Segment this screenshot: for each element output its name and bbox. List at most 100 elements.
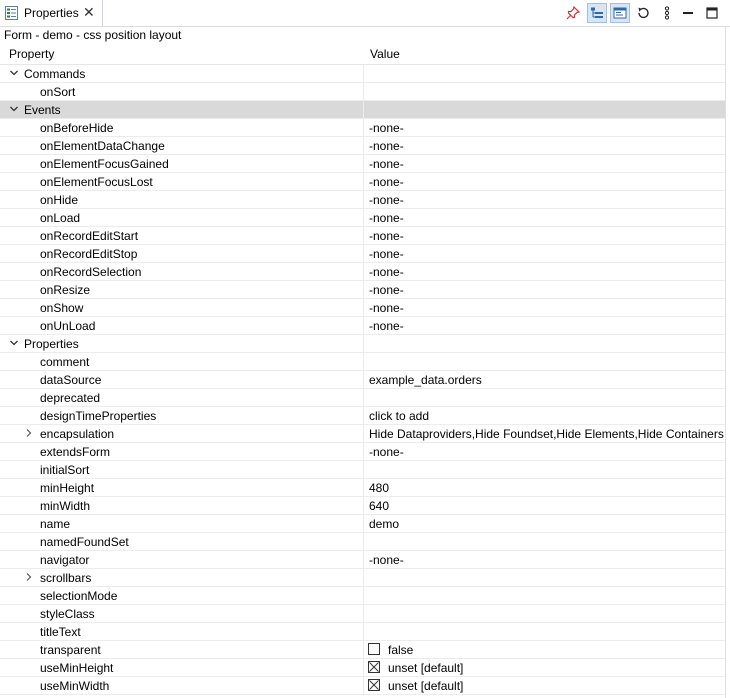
property-name: useMinWidth xyxy=(40,679,110,693)
property-sheet: Property Value Commands onSort Events onBef… xyxy=(0,44,726,695)
property-name: selectionMode xyxy=(40,589,118,603)
view-menu-icon[interactable] xyxy=(657,3,677,23)
property-row[interactable]: comment xyxy=(0,353,726,371)
property-value[interactable]: -none- xyxy=(369,229,404,243)
property-row[interactable]: onRecordSelection -none- xyxy=(0,263,726,281)
property-value[interactable]: -none- xyxy=(369,301,404,315)
column-divider xyxy=(363,569,364,587)
property-value[interactable]: -none- xyxy=(369,445,404,459)
property-row[interactable]: initialSort xyxy=(0,461,726,479)
category-label: Properties xyxy=(24,337,79,351)
view-right-border xyxy=(725,26,726,698)
column-divider xyxy=(363,641,364,659)
property-row[interactable]: transparent false xyxy=(0,641,726,659)
property-name: deprecated xyxy=(40,391,101,405)
value-checkbox[interactable] xyxy=(368,643,380,655)
property-row[interactable]: useMinHeight unset [default] xyxy=(0,659,726,677)
pin-icon[interactable] xyxy=(563,3,583,23)
property-row[interactable]: name demo xyxy=(0,515,726,533)
property-value[interactable]: -none- xyxy=(369,247,404,261)
close-icon[interactable]: ✕ xyxy=(83,5,95,19)
property-row[interactable]: onLoad -none- xyxy=(0,209,726,227)
property-value[interactable]: -none- xyxy=(369,121,404,135)
properties-tab[interactable]: Properties ✕ xyxy=(0,0,103,26)
value-checkbox[interactable] xyxy=(368,679,380,691)
property-value[interactable]: -none- xyxy=(369,319,404,333)
property-row[interactable]: onResize -none- xyxy=(0,281,726,299)
property-row[interactable]: useMinWidth unset [default] xyxy=(0,677,726,695)
value-checkbox[interactable] xyxy=(368,661,380,673)
column-divider xyxy=(363,173,364,191)
property-value[interactable]: -none- xyxy=(369,553,404,567)
property-row[interactable]: deprecated xyxy=(0,389,726,407)
property-row[interactable]: onElementFocusGained -none- xyxy=(0,155,726,173)
property-name: onElementDataChange xyxy=(40,139,165,153)
property-row[interactable]: selectionMode xyxy=(0,587,726,605)
property-value[interactable]: demo xyxy=(369,517,399,531)
property-row[interactable]: onBeforeHide -none- xyxy=(0,119,726,137)
chevron-down-icon[interactable] xyxy=(9,68,19,78)
property-row[interactable]: styleClass xyxy=(0,605,726,623)
restore-default-icon[interactable] xyxy=(633,3,653,23)
property-value[interactable]: -none- xyxy=(369,139,404,153)
property-column-header[interactable]: Property xyxy=(9,47,54,61)
column-divider xyxy=(363,101,364,119)
property-row[interactable]: Commands xyxy=(0,65,726,83)
property-row[interactable]: extendsForm -none- xyxy=(0,443,726,461)
property-value[interactable]: example_data.orders xyxy=(369,373,482,387)
property-row[interactable]: navigator -none- xyxy=(0,551,726,569)
property-row[interactable]: designTimeProperties click to add xyxy=(0,407,726,425)
column-divider xyxy=(363,263,364,281)
view-tab-bar: Properties ✕ xyxy=(0,0,730,27)
chevron-down-icon[interactable] xyxy=(9,338,19,348)
property-value[interactable]: -none- xyxy=(369,175,404,189)
chevron-right-icon[interactable] xyxy=(24,572,34,582)
property-name: onRecordSelection xyxy=(40,265,142,279)
property-value[interactable]: unset [default] xyxy=(388,661,463,675)
property-row[interactable]: encapsulation Hide Dataproviders,Hide Fou… xyxy=(0,425,726,443)
property-value[interactable]: -none- xyxy=(369,283,404,297)
show-categories-icon[interactable] xyxy=(587,3,607,23)
property-value[interactable]: 640 xyxy=(369,499,389,513)
property-row[interactable]: onShow -none- xyxy=(0,299,726,317)
property-name: onShow xyxy=(40,301,84,315)
property-value[interactable]: -none- xyxy=(369,265,404,279)
property-value[interactable]: 480 xyxy=(369,481,389,495)
value-column-header[interactable]: Value xyxy=(370,47,400,61)
property-row[interactable]: onElementDataChange -none- xyxy=(0,137,726,155)
property-row[interactable]: minWidth 640 xyxy=(0,497,726,515)
column-divider xyxy=(363,281,364,299)
property-row[interactable]: Events xyxy=(0,101,726,119)
property-row[interactable]: onUnLoad -none- xyxy=(0,317,726,335)
chevron-down-icon[interactable] xyxy=(9,104,19,114)
maximize-icon[interactable] xyxy=(702,3,722,23)
property-row[interactable]: minHeight 480 xyxy=(0,479,726,497)
column-divider xyxy=(363,425,364,443)
property-value[interactable]: click to add xyxy=(369,409,429,423)
property-row[interactable]: onRecordEditStop -none- xyxy=(0,245,726,263)
property-value[interactable]: -none- xyxy=(369,157,404,171)
property-value[interactable]: -none- xyxy=(369,211,404,225)
property-row[interactable]: onElementFocusLost -none- xyxy=(0,173,726,191)
form-title: Form - demo - css position layout xyxy=(4,28,182,42)
property-row[interactable]: scrollbars xyxy=(0,569,726,587)
property-name: minHeight xyxy=(40,481,95,495)
category-label: Events xyxy=(24,103,61,117)
show-advanced-icon[interactable] xyxy=(610,3,630,23)
property-row[interactable]: onHide -none- xyxy=(0,191,726,209)
property-row[interactable]: Properties xyxy=(0,335,726,353)
property-value[interactable]: false xyxy=(388,643,413,657)
minimize-icon[interactable] xyxy=(678,3,698,23)
property-value[interactable]: Hide Dataproviders,Hide Foundset,Hide El… xyxy=(369,427,724,441)
property-row[interactable]: namedFoundSet xyxy=(0,533,726,551)
property-row[interactable]: onRecordEditStart -none- xyxy=(0,227,726,245)
property-name: designTimeProperties xyxy=(40,409,157,423)
property-row[interactable]: dataSource example_data.orders xyxy=(0,371,726,389)
chevron-right-icon[interactable] xyxy=(24,428,34,438)
property-value[interactable]: -none- xyxy=(369,193,404,207)
property-row[interactable]: onSort xyxy=(0,83,726,101)
property-name: onSort xyxy=(40,85,76,99)
property-row[interactable]: titleText xyxy=(0,623,726,641)
column-divider xyxy=(363,659,364,677)
property-value[interactable]: unset [default] xyxy=(388,679,463,693)
